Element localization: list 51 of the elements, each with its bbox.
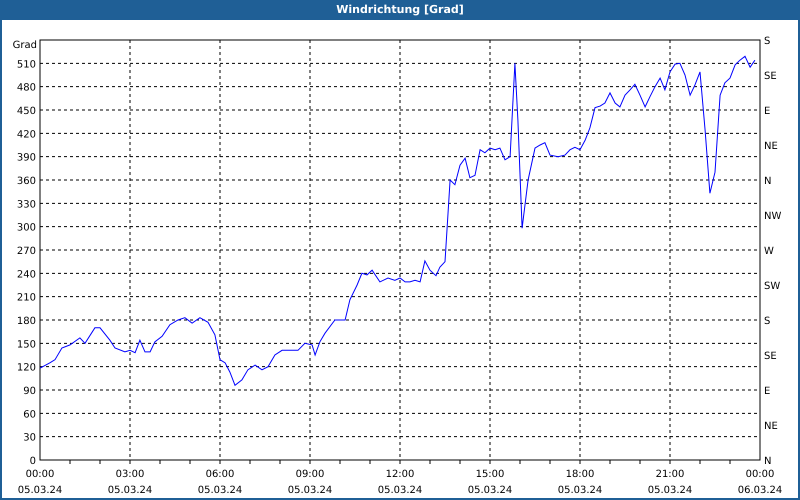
y-tick-label: 240 [16,269,36,280]
y-axis-label: Grad [12,40,37,51]
compass-tick-label: SE [764,71,777,82]
y-tick-label: 150 [16,339,36,350]
y-tick-label: 450 [16,106,36,117]
x-tick-label: 03:00 [116,469,144,480]
y-tick-label: 480 [16,82,36,94]
x-date-label: 06.03.24 [738,485,782,496]
x-tick-label: 00:00 [26,469,54,480]
x-date-label: 05.03.24 [378,485,422,496]
y-tick-label: 300 [16,222,36,234]
y-tick-label: 120 [16,362,36,374]
y-tick-label: 390 [16,152,36,164]
x-date-label: 05.03.24 [648,485,692,496]
y-tick-label: 510 [16,59,36,70]
compass-tick-label: N [764,176,772,187]
compass-tick-label: NE [764,141,778,152]
x-date-label: 05.03.24 [468,485,512,496]
y-tick-label: 210 [16,292,36,304]
x-date-label: 05.03.24 [198,485,242,496]
x-date-label: 05.03.24 [288,485,332,496]
x-tick-label: 12:00 [386,469,414,480]
compass-tick-label: NE [764,421,778,432]
x-date-label: 05.03.24 [18,485,62,496]
x-tick-label: 15:00 [476,469,504,480]
compass-tick-label: E [764,106,770,117]
compass-tick-label: NW [764,211,782,222]
x-tick-label: 21:00 [656,469,684,480]
y-tick-label: 180 [16,316,36,327]
x-tick-label: 09:00 [296,469,324,480]
y-tick-label: 60 [23,409,36,420]
y-tick-label: 90 [23,386,36,397]
x-tick-label: 00:00 [746,469,774,480]
compass-tick-label: N [764,456,772,467]
window-title: Windrichtung [Grad] [336,3,464,17]
compass-tick-label: W [764,246,774,257]
compass-tick-label: S [764,36,770,47]
y-tick-label: 0 [30,456,36,467]
y-tick-label: 30 [23,432,36,444]
compass-tick-label: E [764,386,770,397]
y-tick-label: 270 [16,246,36,257]
y-tick-label: 360 [16,176,36,187]
compass-tick-label: SE [764,351,777,362]
x-tick-label: 06:00 [206,469,234,480]
y-tick-label: 330 [16,199,36,210]
compass-tick-label: SW [764,281,780,292]
compass-tick-label: S [764,316,770,327]
x-tick-label: 18:00 [566,469,594,480]
y-tick-label: 420 [16,129,36,140]
x-date-label: 05.03.24 [558,485,602,496]
x-date-label: 05.03.24 [108,485,152,496]
